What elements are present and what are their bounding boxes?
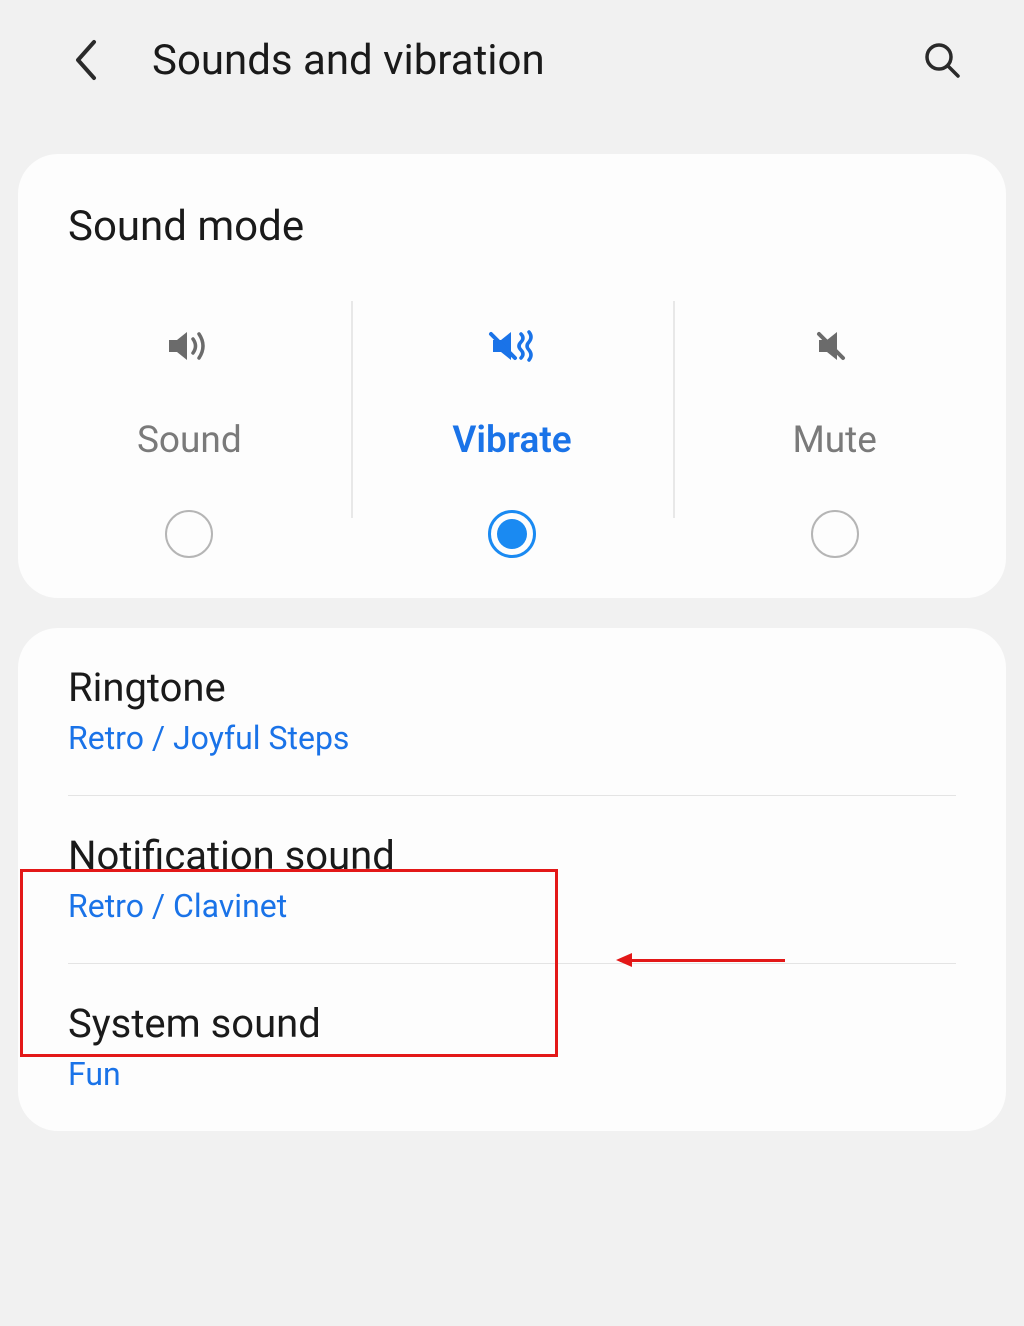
notification-sound-title: Notification sound <box>68 832 956 879</box>
system-sound-subtitle: Fun <box>68 1055 956 1093</box>
sound-mode-title: Sound mode <box>18 154 1006 261</box>
divider <box>673 301 675 518</box>
sound-icon <box>164 321 214 371</box>
notification-sound-item[interactable]: Notification sound Retro / Clavinet <box>18 796 1006 963</box>
mute-mode-label: Mute <box>792 419 876 462</box>
app-header: Sounds and vibration <box>0 0 1024 120</box>
sound-mode-card: Sound mode Sound <box>18 154 1006 598</box>
sound-mode-mute[interactable]: Mute <box>673 321 996 558</box>
search-icon <box>922 40 962 80</box>
vibrate-icon <box>487 321 537 371</box>
ringtone-item[interactable]: Ringtone Retro / Joyful Steps <box>18 628 1006 795</box>
back-button[interactable] <box>64 38 108 82</box>
sound-settings-card: Ringtone Retro / Joyful Steps Notificati… <box>18 628 1006 1131</box>
page-title: Sounds and vibration <box>152 36 920 85</box>
back-icon <box>72 38 100 82</box>
sound-mode-label: Sound <box>137 419 242 462</box>
vibrate-mode-label: Vibrate <box>452 419 571 462</box>
sound-mode-sound[interactable]: Sound <box>28 321 351 558</box>
divider <box>351 301 353 518</box>
mute-icon <box>810 321 860 371</box>
sound-mode-vibrate[interactable]: Vibrate <box>351 321 674 558</box>
vibrate-radio[interactable] <box>488 510 536 558</box>
system-sound-title: System sound <box>68 1000 956 1047</box>
ringtone-title: Ringtone <box>68 664 956 711</box>
search-button[interactable] <box>920 38 964 82</box>
sound-radio[interactable] <box>165 510 213 558</box>
sound-mode-options: Sound Vibrate <box>18 261 1006 598</box>
mute-radio[interactable] <box>811 510 859 558</box>
notification-sound-subtitle: Retro / Clavinet <box>68 887 956 925</box>
radio-selected-indicator <box>497 519 527 549</box>
system-sound-item[interactable]: System sound Fun <box>18 964 1006 1131</box>
ringtone-subtitle: Retro / Joyful Steps <box>68 719 956 757</box>
